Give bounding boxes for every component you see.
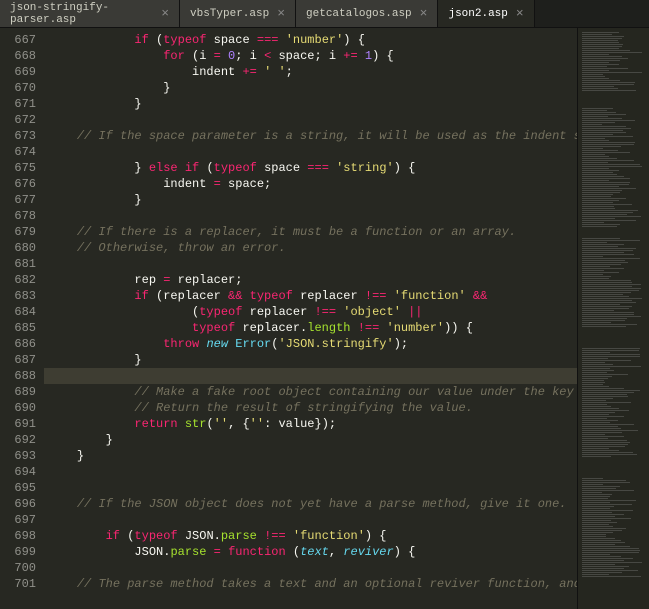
code-line: } bbox=[48, 432, 577, 448]
line-number: 680 bbox=[0, 240, 36, 256]
code-line: // If the JSON object does not yet have … bbox=[48, 496, 577, 512]
line-number: 684 bbox=[0, 304, 36, 320]
code-line: // Return the result of stringifying the… bbox=[48, 400, 577, 416]
code-line: } bbox=[48, 352, 577, 368]
code-area[interactable]: if (typeof space === 'number') { for (i … bbox=[44, 28, 577, 609]
line-number: 679 bbox=[0, 224, 36, 240]
minimap-region bbox=[582, 32, 645, 92]
line-number: 677 bbox=[0, 192, 36, 208]
code-line: (typeof replacer !== 'object' || bbox=[48, 304, 577, 320]
line-number: 674 bbox=[0, 144, 36, 160]
line-number: 691 bbox=[0, 416, 36, 432]
line-number: 698 bbox=[0, 528, 36, 544]
tab-3[interactable]: json2.asp × bbox=[438, 0, 534, 27]
code-line: for (i = 0; i < space; i += 1) { bbox=[48, 48, 577, 64]
code-line: } else if (typeof space === 'string') { bbox=[48, 160, 577, 176]
code-line: JSON.parse = function (text, reviver) { bbox=[48, 544, 577, 560]
line-number: 694 bbox=[0, 464, 36, 480]
line-number: 676 bbox=[0, 176, 36, 192]
line-number: 699 bbox=[0, 544, 36, 560]
tab-label: vbsTyper.asp bbox=[190, 8, 269, 20]
line-number: 685 bbox=[0, 320, 36, 336]
code-line: indent += ' '; bbox=[48, 64, 577, 80]
close-icon[interactable]: × bbox=[516, 6, 524, 21]
close-icon[interactable]: × bbox=[277, 6, 285, 21]
line-number: 686 bbox=[0, 336, 36, 352]
code-line: // Otherwise, throw an error. bbox=[48, 240, 577, 256]
tab-label: json2.asp bbox=[448, 8, 507, 20]
minimap-region bbox=[582, 348, 645, 458]
code-line: typeof replacer.length !== 'number')) { bbox=[48, 320, 577, 336]
minimap-region bbox=[582, 478, 645, 578]
code-line: // The parse method takes a text and an … bbox=[48, 576, 577, 592]
code-line: } bbox=[48, 96, 577, 112]
code-line: } bbox=[48, 192, 577, 208]
line-number: 675 bbox=[0, 160, 36, 176]
code-line bbox=[48, 144, 577, 160]
code-line: rep = replacer; bbox=[48, 272, 577, 288]
code-line: indent = space; bbox=[48, 176, 577, 192]
code-line bbox=[48, 208, 577, 224]
tab-2[interactable]: getcatalogos.asp × bbox=[296, 0, 438, 27]
line-number: 687 bbox=[0, 352, 36, 368]
line-number: 670 bbox=[0, 80, 36, 96]
code-line bbox=[48, 560, 577, 576]
code-line: if (typeof JSON.parse !== 'function') { bbox=[48, 528, 577, 544]
minimap[interactable] bbox=[577, 28, 649, 609]
code-line: throw new Error('JSON.stringify'); bbox=[48, 336, 577, 352]
code-line bbox=[48, 480, 577, 496]
minimap-region bbox=[582, 238, 645, 328]
line-number: 682 bbox=[0, 272, 36, 288]
code-line: return str('', {'': value}); bbox=[48, 416, 577, 432]
code-line bbox=[48, 256, 577, 272]
code-line bbox=[48, 112, 577, 128]
line-number: 695 bbox=[0, 480, 36, 496]
code-line: if (typeof space === 'number') { bbox=[48, 32, 577, 48]
line-number: 690 bbox=[0, 400, 36, 416]
line-number: 673 bbox=[0, 128, 36, 144]
line-number: 678 bbox=[0, 208, 36, 224]
tab-label: json-stringify-parser.asp bbox=[10, 2, 153, 26]
code-line bbox=[48, 464, 577, 480]
line-number: 700 bbox=[0, 560, 36, 576]
line-number: 672 bbox=[0, 112, 36, 128]
line-number: 671 bbox=[0, 96, 36, 112]
line-number: 683 bbox=[0, 288, 36, 304]
code-line: } bbox=[48, 448, 577, 464]
line-number: 701 bbox=[0, 576, 36, 592]
line-number: 667 bbox=[0, 32, 36, 48]
tab-1[interactable]: vbsTyper.asp × bbox=[180, 0, 296, 27]
code-line: if (replacer && typeof replacer !== 'fun… bbox=[48, 288, 577, 304]
line-number: 697 bbox=[0, 512, 36, 528]
current-line-highlight bbox=[44, 368, 577, 384]
code-line: } bbox=[48, 80, 577, 96]
close-icon[interactable]: × bbox=[420, 6, 428, 21]
line-number: 669 bbox=[0, 64, 36, 80]
line-number: 689 bbox=[0, 384, 36, 400]
code-line: // If the space parameter is a string, i… bbox=[48, 128, 577, 144]
tab-label: getcatalogos.asp bbox=[306, 8, 412, 20]
line-number: 668 bbox=[0, 48, 36, 64]
code-line: // If there is a replacer, it must be a … bbox=[48, 224, 577, 240]
line-number-gutter: 6676686696706716726736746756766776786796… bbox=[0, 28, 44, 609]
line-number: 688 bbox=[0, 368, 36, 384]
editor: 6676686696706716726736746756766776786796… bbox=[0, 28, 649, 609]
close-icon[interactable]: × bbox=[161, 6, 169, 21]
tab-bar: json-stringify-parser.asp×vbsTyper.asp×g… bbox=[0, 0, 649, 28]
code-line bbox=[48, 512, 577, 528]
minimap-region bbox=[582, 108, 645, 228]
line-number: 696 bbox=[0, 496, 36, 512]
tab-0[interactable]: json-stringify-parser.asp × bbox=[0, 0, 180, 27]
line-number: 693 bbox=[0, 448, 36, 464]
code-line: // Make a fake root object containing ou… bbox=[48, 384, 577, 400]
line-number: 681 bbox=[0, 256, 36, 272]
line-number: 692 bbox=[0, 432, 36, 448]
